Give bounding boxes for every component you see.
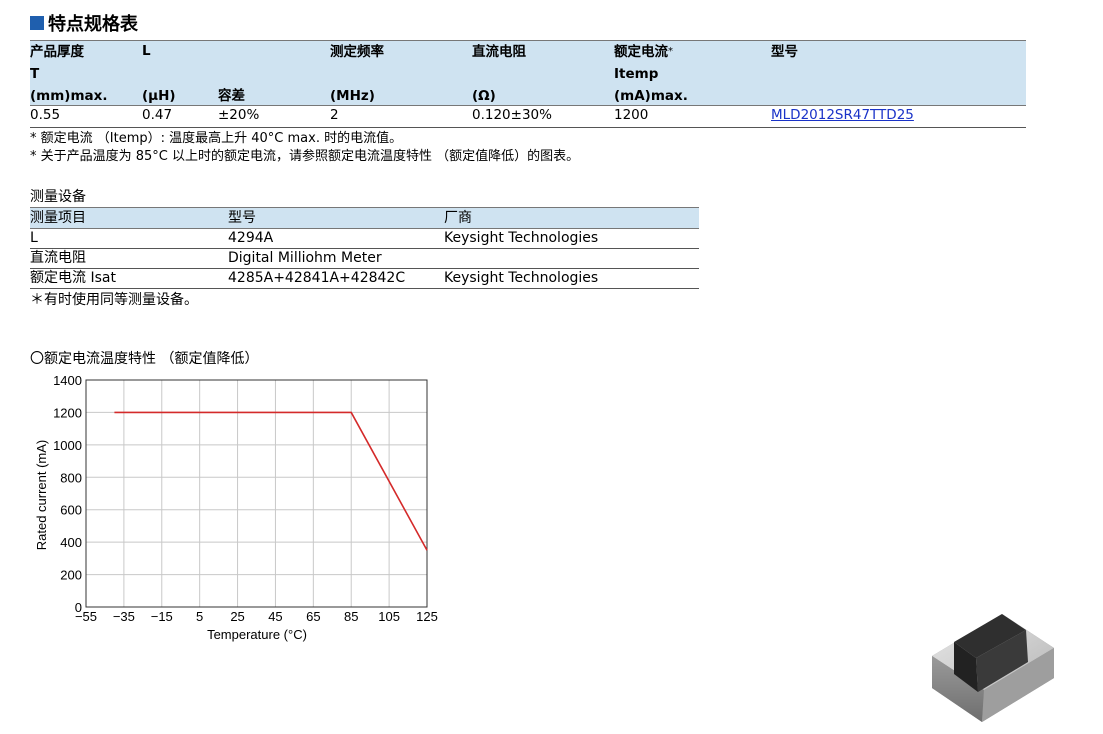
y-tick-label: 1400 (53, 373, 82, 388)
header-rated-current: 额定电流* (614, 42, 673, 62)
equipment-note: ＊有时使用同等测量设备。 (30, 292, 198, 308)
header-thickness-unit: (mm)max. (30, 88, 108, 104)
x-tick-label: 105 (378, 609, 400, 624)
x-tick-label: 5 (196, 609, 203, 624)
header-frequency-unit: (MHz) (330, 88, 375, 104)
header-frequency: 测定频率 (330, 44, 384, 60)
table-row: 直流电阻 Digital Milliohm Meter (30, 248, 699, 269)
equipment-cell: L (30, 230, 38, 246)
x-tick-label: 85 (344, 609, 358, 624)
model-link[interactable]: MLD2012SR47TTD25 (771, 105, 914, 125)
y-tick-label: 1200 (53, 405, 82, 420)
equipment-cell: 额定电流 Isat (30, 270, 116, 286)
x-tick-label: 25 (230, 609, 244, 624)
header-dcr-unit: (Ω) (472, 88, 496, 104)
header-rated-star: * (668, 46, 673, 57)
equipment-cell: 直流电阻 (30, 250, 86, 266)
header-rated-unit: (mA)max. (614, 88, 688, 104)
x-tick-label: 125 (416, 609, 438, 624)
header-l: L (142, 43, 151, 59)
cell-frequency: 2 (330, 107, 339, 123)
equipment-cell: 4294A (228, 230, 274, 246)
cell-tolerance: ±20% (218, 107, 260, 123)
header-rated-itemp: Itemp (614, 66, 659, 82)
x-tick-label: −35 (113, 609, 135, 624)
equipment-cell: Keysight Technologies (444, 230, 599, 246)
header-dcr: 直流电阻 (472, 44, 526, 60)
table-row: L 4294A Keysight Technologies (30, 228, 699, 249)
section-title-text: 特点规格表 (48, 14, 138, 35)
equipment-title: 测量设备 (30, 189, 86, 205)
plot-frame (85, 379, 428, 608)
header-rated-current-label: 额定电流 (614, 44, 668, 60)
cell-rated-current: 1200 (614, 107, 649, 123)
equipment-table-header: 测量项目 型号 厂商 (30, 207, 699, 229)
y-axis-label: Rated current (mA) (34, 440, 49, 551)
equipment-cell: 4285A+42841A+42842C (228, 270, 406, 286)
equipment-cell: Digital Milliohm Meter (228, 250, 382, 266)
header-l-unit: (μH) (142, 88, 176, 104)
chart-axes (85, 379, 428, 608)
x-tick-label: −15 (151, 609, 173, 624)
spec-note-1: * 额定电流 （Itemp）: 温度最高上升 40°C max. 时的电流值。 (30, 131, 403, 146)
equipment-header-maker: 厂商 (444, 210, 472, 226)
section-title: 特点规格表 (30, 10, 138, 36)
chip-inductor-image (932, 614, 1054, 722)
y-tick-label: 800 (60, 470, 82, 485)
y-tick-label: 400 (60, 535, 82, 550)
equipment-header-model: 型号 (228, 210, 256, 226)
header-thickness-t: T (30, 66, 40, 82)
table-row: 0.55 0.47 ±20% 2 0.120±30% 1200 MLD2012S… (30, 105, 1026, 128)
blue-square-icon (30, 16, 44, 30)
equipment-header-item: 测量项目 (30, 210, 86, 226)
x-tick-label: 65 (306, 609, 320, 624)
y-tick-label: 0 (75, 600, 82, 615)
y-tick-label: 600 (60, 503, 82, 518)
spec-table-header: 产品厚度 T (mm)max. L (μH) 容差 测定频率 (MHz) 直流电… (30, 40, 1026, 106)
chart-grid (85, 379, 428, 608)
chart-tick-labels: −55 −35 −15 5 25 45 65 85 105 1250200400600800100… (53, 373, 438, 624)
cell-thickness: 0.55 (30, 107, 61, 123)
x-tick-label: 45 (268, 609, 282, 624)
header-model: 型号 (771, 44, 798, 60)
y-tick-label: 1000 (53, 438, 82, 453)
header-tolerance: 容差 (218, 88, 245, 104)
derating-chart: −55 −35 −15 5 25 45 65 85 105 1250200400600800100… (34, 373, 438, 642)
x-axis-label: Temperature (°C) (207, 627, 307, 642)
equipment-cell: Keysight Technologies (444, 270, 599, 286)
cell-dcr: 0.120±30% (472, 107, 552, 123)
cell-l: 0.47 (142, 107, 173, 123)
spec-note-2: * 关于产品温度为 85°C 以上时的额定电流，请参照额定电流温度特性 （额定值… (30, 149, 580, 164)
header-thickness: 产品厚度 (30, 44, 84, 60)
y-tick-label: 200 (60, 568, 82, 583)
table-row: 额定电流 Isat 4285A+42841A+42842C Keysight T… (30, 268, 699, 289)
